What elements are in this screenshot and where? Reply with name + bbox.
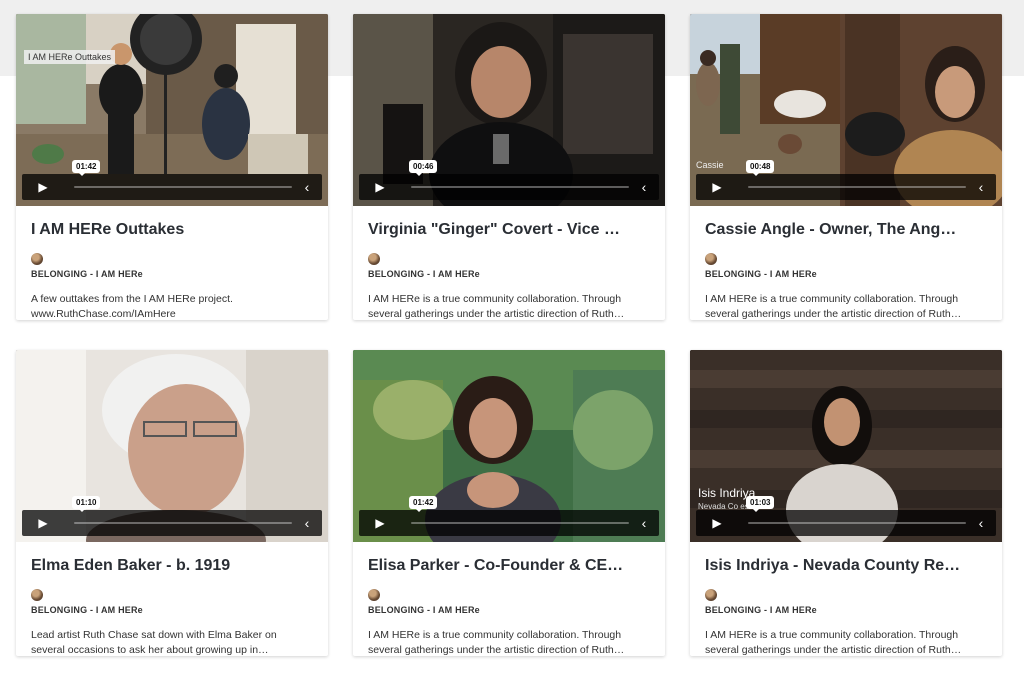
video-title[interactable]: I AM HERe Outtakes	[31, 221, 313, 239]
channel-name[interactable]: BELONGING - I AM HERe	[705, 269, 817, 279]
video-player[interactable]: ▶ 01:10 ‹	[16, 350, 328, 542]
video-controls: ▶ 01:03 ‹	[696, 496, 996, 536]
chevron-left-icon[interactable]: ‹	[635, 174, 653, 200]
channel-name[interactable]: BELONGING - I AM HERe	[705, 605, 817, 615]
video-title[interactable]: Cassie Angle - Owner, The Ang…	[705, 221, 987, 239]
channel-avatar[interactable]	[31, 589, 43, 601]
video-player[interactable]: ▶ 00:46 ‹	[353, 14, 665, 206]
video-card[interactable]: I AM HERe Outtakes ▶ 01:42 ‹ I AM HERe O…	[16, 14, 328, 320]
video-player[interactable]: Cassie ▶ 00:48 ‹	[690, 14, 1002, 206]
progress-track[interactable]	[748, 186, 966, 188]
video-controls: ▶ 01:10 ‹	[22, 496, 322, 536]
video-title[interactable]: Virginia "Ginger" Covert - Vice …	[368, 221, 650, 239]
channel-name[interactable]: BELONGING - I AM HERe	[368, 605, 480, 615]
video-controls: ▶ 01:42 ‹	[359, 496, 659, 536]
video-tagline: I AM HERe Outtakes	[24, 50, 116, 64]
progress-track[interactable]	[411, 522, 629, 524]
video-description: I AM HERe is a true community collaborat…	[368, 629, 625, 656]
duration-tooltip: 01:42	[72, 160, 101, 176]
progress-track[interactable]	[74, 186, 292, 188]
video-controls: ▶ 00:48 ‹	[696, 160, 996, 200]
play-icon[interactable]: ▶	[702, 174, 732, 200]
video-controls: ▶ 01:42 ‹	[22, 160, 322, 200]
video-title[interactable]: Elisa Parker - Co-Founder & CE…	[368, 557, 650, 575]
play-icon[interactable]: ▶	[702, 510, 732, 536]
video-card[interactable]: ▶ 01:10 ‹ Elma Eden Baker - b. 1919 BELO…	[16, 350, 328, 656]
duration-tooltip: 00:46	[409, 160, 438, 176]
chevron-left-icon[interactable]: ‹	[972, 174, 990, 200]
chevron-left-icon[interactable]: ‹	[972, 510, 990, 536]
chevron-left-icon[interactable]: ‹	[298, 174, 316, 200]
channel-name[interactable]: BELONGING - I AM HERe	[31, 605, 143, 615]
video-player[interactable]: ▶ 01:42 ‹	[353, 350, 665, 542]
channel-avatar[interactable]	[705, 253, 717, 265]
progress-track[interactable]	[411, 186, 629, 188]
duration-tooltip: 01:10	[72, 496, 101, 512]
channel-name[interactable]: BELONGING - I AM HERe	[31, 269, 143, 279]
video-description: Lead artist Ruth Chase sat down with Elm…	[31, 629, 277, 656]
channel-name[interactable]: BELONGING - I AM HERe	[368, 269, 480, 279]
video-player[interactable]: Isis Indriya Nevada Co esident ▶ 01:03 ‹	[690, 350, 1002, 542]
video-title[interactable]: Elma Eden Baker - b. 1919	[31, 557, 313, 575]
video-description: I AM HERe is a true community collaborat…	[705, 629, 962, 656]
channel-avatar[interactable]	[31, 253, 43, 265]
video-title[interactable]: Isis Indriya - Nevada County Re…	[705, 557, 987, 575]
chevron-left-icon[interactable]: ‹	[635, 510, 653, 536]
video-card[interactable]: Isis Indriya Nevada Co esident ▶ 01:03 ‹…	[690, 350, 1002, 656]
progress-track[interactable]	[74, 522, 292, 524]
channel-avatar[interactable]	[368, 589, 380, 601]
video-player[interactable]: I AM HERe Outtakes ▶ 01:42 ‹	[16, 14, 328, 206]
channel-avatar[interactable]	[368, 253, 380, 265]
video-description: A few outtakes from the I AM HERe projec…	[31, 293, 233, 320]
play-icon[interactable]: ▶	[28, 174, 58, 200]
duration-tooltip: 01:42	[409, 496, 438, 512]
play-icon[interactable]: ▶	[365, 510, 395, 536]
video-card[interactable]: ▶ 00:46 ‹ Virginia "Ginger" Covert - Vic…	[353, 14, 665, 320]
video-name-overlay: Cassie	[696, 160, 724, 170]
video-description: I AM HERe is a true community collaborat…	[705, 293, 962, 320]
chevron-left-icon[interactable]: ‹	[298, 510, 316, 536]
video-controls: ▶ 00:46 ‹	[359, 160, 659, 200]
channel-avatar[interactable]	[705, 589, 717, 601]
play-icon[interactable]: ▶	[28, 510, 58, 536]
video-description: I AM HERe is a true community collaborat…	[368, 293, 625, 320]
video-card[interactable]: ▶ 01:42 ‹ Elisa Parker - Co-Founder & CE…	[353, 350, 665, 656]
duration-tooltip: 01:03	[746, 496, 775, 512]
play-icon[interactable]: ▶	[365, 174, 395, 200]
duration-tooltip: 00:48	[746, 160, 775, 176]
video-card[interactable]: Cassie ▶ 00:48 ‹ Cassie Angle - Owner, T…	[690, 14, 1002, 320]
progress-track[interactable]	[748, 522, 966, 524]
